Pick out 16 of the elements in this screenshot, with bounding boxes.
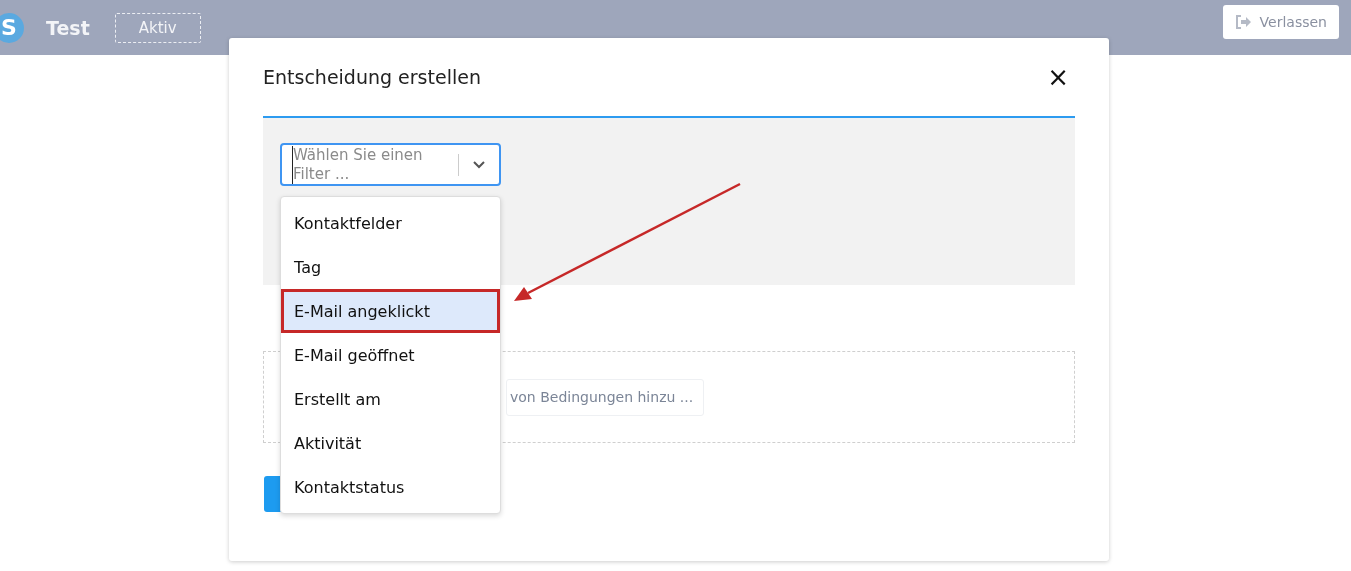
chevron-icon [472, 160, 486, 169]
logo: S [0, 12, 24, 43]
filter-option[interactable]: E-Mail geöffnet [281, 333, 500, 377]
filter-option[interactable]: Kontaktstatus [281, 465, 500, 509]
filter-select[interactable]: Wählen Sie einen Filter ... [280, 143, 501, 186]
add-group-button[interactable]: von Bedingungen hinzu ... [506, 378, 705, 416]
status-label: Aktiv [114, 12, 201, 43]
close-button[interactable]: × [1041, 64, 1075, 90]
filter-option[interactable]: Aktivität [281, 421, 500, 465]
exit-icon [1234, 14, 1252, 29]
filter-option[interactable]: Tag [281, 245, 500, 289]
project-title: Test [46, 16, 90, 39]
filter-option[interactable]: E-Mail angeklickt [281, 289, 500, 333]
modal-title: Entscheidung erstellen [263, 66, 481, 88]
filter-option[interactable]: Kontaktfelder [281, 201, 500, 245]
filter-option[interactable]: Erstellt am [281, 377, 500, 421]
